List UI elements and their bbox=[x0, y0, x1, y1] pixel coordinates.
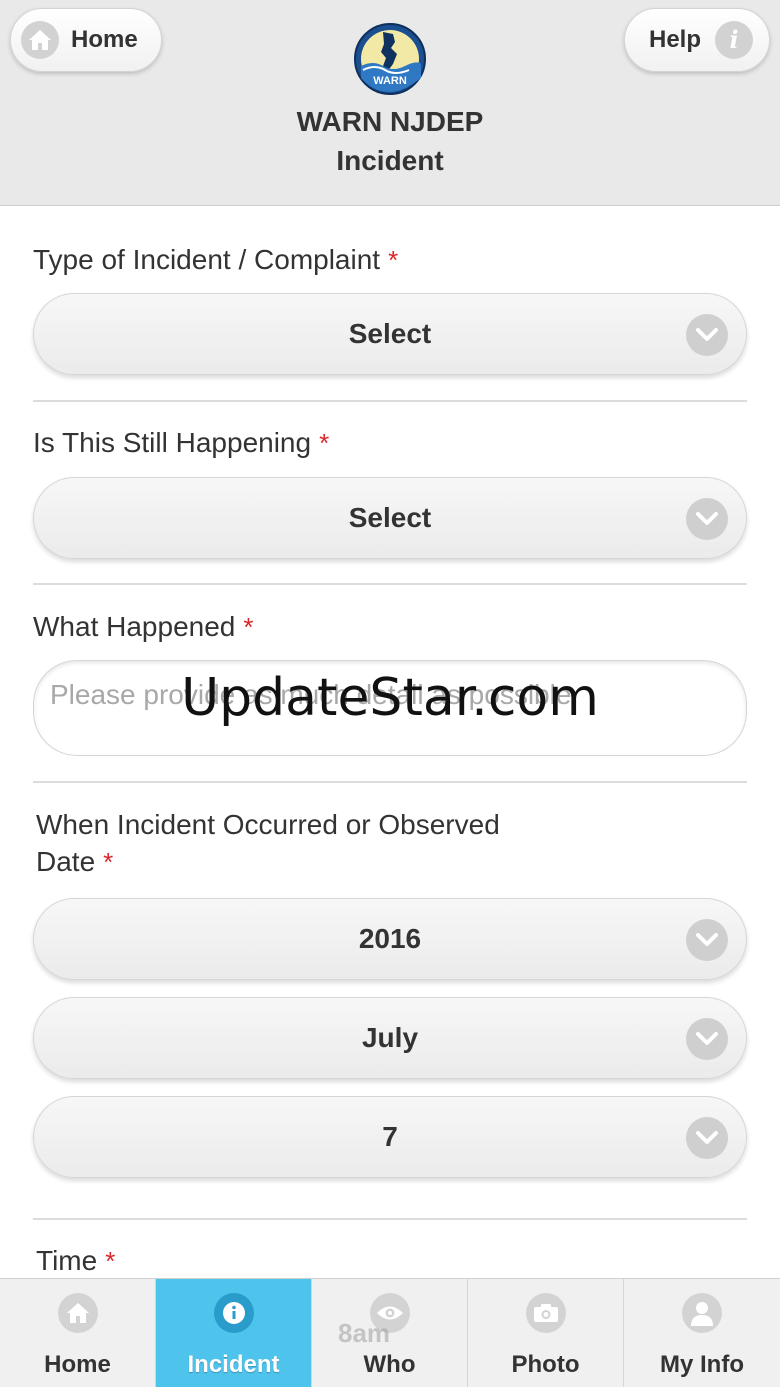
home-button[interactable]: Home bbox=[10, 8, 162, 72]
when-occurred-label: When Incident Occurred or Observed bbox=[36, 809, 500, 840]
incident-type-label: Type of Incident / Complaint * bbox=[33, 244, 399, 275]
page-title: Incident bbox=[336, 145, 444, 176]
tab-label: Photo bbox=[511, 1351, 580, 1378]
required-marker: * bbox=[319, 428, 330, 458]
divider bbox=[33, 400, 747, 402]
watermark-text: UpdateStar.com bbox=[181, 668, 599, 728]
home-button-label: Home bbox=[71, 26, 138, 53]
required-marker: * bbox=[243, 612, 254, 642]
tab-my-info[interactable]: My Info bbox=[624, 1279, 780, 1387]
chevron-down-icon bbox=[686, 314, 728, 356]
chevron-down-icon bbox=[686, 919, 728, 961]
tab-incident[interactable]: Incident bbox=[156, 1279, 312, 1387]
chevron-down-icon bbox=[686, 498, 728, 540]
app-header: Home WARN WARN NJDEP Incident Help i bbox=[0, 0, 780, 206]
still-happening-select[interactable]: Select bbox=[33, 477, 747, 559]
warn-njdep-logo: WARN bbox=[353, 22, 427, 96]
eye-icon bbox=[369, 1293, 410, 1333]
info-icon: i bbox=[715, 21, 754, 59]
day-select[interactable]: 7 bbox=[33, 1096, 747, 1178]
svg-text:WARN: WARN bbox=[373, 75, 407, 87]
info-icon bbox=[213, 1293, 254, 1333]
camera-icon bbox=[525, 1293, 566, 1333]
help-button-label: Help bbox=[649, 26, 702, 53]
tab-who[interactable]: Who bbox=[312, 1279, 468, 1387]
tab-label: Incident bbox=[187, 1351, 280, 1378]
divider bbox=[33, 781, 747, 783]
home-icon bbox=[57, 1293, 98, 1333]
required-marker: * bbox=[388, 245, 399, 275]
still-happening-label: Is This Still Happening * bbox=[33, 427, 330, 458]
date-label: Date * bbox=[36, 846, 114, 877]
tab-label: Who bbox=[363, 1351, 416, 1378]
chevron-down-icon bbox=[686, 1018, 728, 1060]
help-button[interactable]: Help i bbox=[624, 8, 770, 72]
tab-label: My Info bbox=[660, 1351, 744, 1378]
required-marker: * bbox=[105, 1246, 116, 1276]
home-icon bbox=[21, 21, 59, 59]
what-happened-label: What Happened * bbox=[33, 611, 254, 642]
divider bbox=[33, 583, 747, 585]
tab-home[interactable]: Home bbox=[0, 1279, 156, 1387]
bottom-tab-bar: Home Incident Who Photo My Info bbox=[0, 1278, 780, 1387]
tab-photo[interactable]: Photo bbox=[468, 1279, 624, 1387]
month-select[interactable]: July bbox=[33, 997, 747, 1079]
year-select[interactable]: 2016 bbox=[33, 898, 747, 980]
divider bbox=[33, 1218, 747, 1220]
incident-type-select[interactable]: Select bbox=[33, 293, 747, 375]
time-label: Time * bbox=[36, 1245, 116, 1276]
required-marker: * bbox=[103, 847, 114, 877]
tab-label: Home bbox=[44, 1351, 111, 1378]
person-icon bbox=[682, 1293, 722, 1333]
chevron-down-icon bbox=[686, 1117, 728, 1159]
app-title: WARN NJDEP bbox=[296, 106, 484, 137]
